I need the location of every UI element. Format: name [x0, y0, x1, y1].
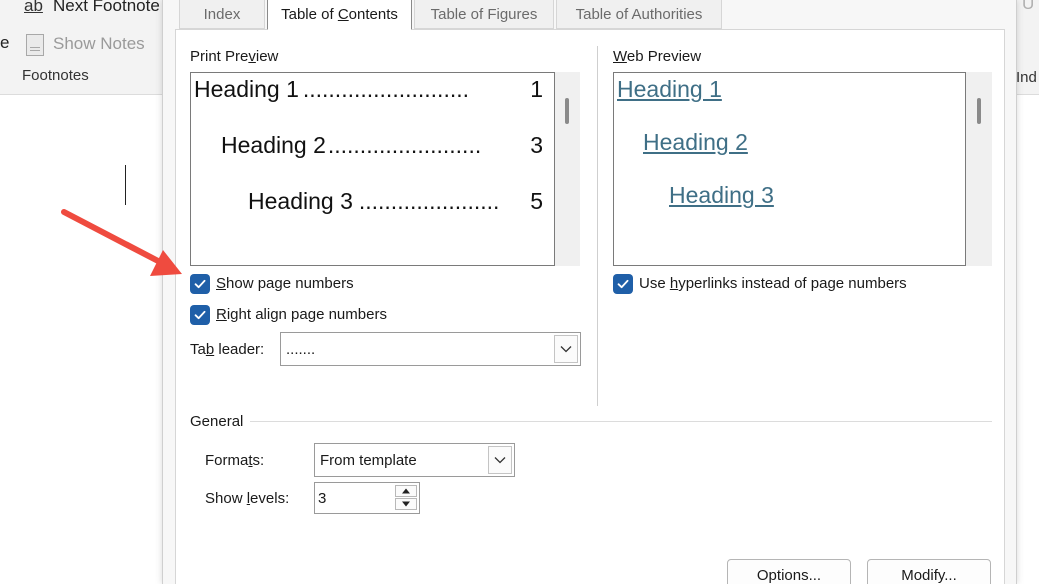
checkmark-icon [617, 279, 629, 289]
chevron-down-icon [560, 346, 572, 353]
tab-table-of-contents[interactable]: Table of Contents [267, 0, 412, 30]
use-hyperlinks-accel: h [669, 275, 679, 292]
tab-authorities-label: Table of Authorities [575, 5, 703, 23]
web-preview-label-accel: W [613, 48, 627, 65]
checkmark-icon [194, 310, 206, 320]
print-preview-box: Heading 1 .......................... 1 H… [190, 72, 555, 266]
table-of-contents-dialog: Index Table of Contents Table of Figures… [162, 0, 1017, 584]
formats-label: Formats: [205, 452, 264, 469]
show-levels-spinner[interactable]: 3 [314, 482, 420, 514]
use-hyperlinks-label-post: yperlinks instead of page numbers [678, 275, 907, 292]
print-preview-label-post: iew [255, 48, 279, 65]
show-levels-label-pre: Show [205, 490, 247, 507]
tab-toc-label: Table of Contents [281, 6, 398, 23]
tab-leader-label-accel: b [205, 341, 215, 358]
ribbon-cut-text-top: U [1022, 0, 1035, 13]
tab-leader-label-pre: Ta [190, 341, 206, 358]
web-preview-link-heading-2[interactable]: Heading 2 [643, 129, 748, 156]
print-preview-entry-3: Heading 3 ...................... 5 [248, 188, 543, 215]
right-align-page-numbers-checkbox[interactable] [190, 305, 210, 325]
formats-dropdown[interactable]: From template [314, 443, 515, 477]
web-preview-scroll-thumb[interactable] [977, 98, 981, 124]
tab-leader-value: ....... [286, 340, 316, 358]
tab-figures-label: Table of Figures [430, 5, 538, 23]
chevron-down-icon [494, 457, 506, 464]
tab-table-of-figures[interactable]: Table of Figures [414, 0, 554, 29]
tab-leader-label: Tab leader: [190, 341, 264, 358]
toc-heading-text: Heading 2 [221, 132, 326, 158]
web-preview-label: Web Preview [613, 48, 701, 65]
toc-leader-dots: ...................... [358, 188, 500, 214]
use-hyperlinks-label-pre: Use [639, 275, 670, 292]
toc-leader-dots: .......................... [302, 76, 470, 102]
toc-page-number: 1 [530, 76, 543, 102]
ribbon-cut-text-right: Ind [1016, 69, 1037, 86]
show-page-numbers-accel: S [216, 275, 227, 292]
use-hyperlinks-label[interactable]: Use hyperlinks instead of page numbers [639, 275, 907, 292]
web-preview-scrollbar[interactable] [966, 72, 992, 266]
options-button-label: Options... [756, 566, 822, 584]
tab-toc-label-accel: C [337, 6, 349, 23]
right-align-page-numbers-label[interactable]: Right align page numbers [216, 306, 387, 323]
web-preview-box: Heading 1 Heading 2 Heading 3 [613, 72, 966, 266]
formats-dropdown-button[interactable] [488, 446, 512, 474]
next-footnote-button[interactable]: Next Footnote [53, 0, 160, 16]
preview-divider [597, 46, 598, 406]
web-preview-label-rest: eb Preview [626, 48, 702, 65]
formats-label-pre: Forma [205, 452, 249, 469]
print-preview-label-pre: Print Pre [190, 48, 249, 65]
toc-leader-dots: ........................ [327, 132, 482, 158]
triangle-down-icon [402, 501, 410, 507]
web-preview-link-heading-3[interactable]: Heading 3 [669, 182, 774, 209]
toc-page-number: 5 [530, 188, 543, 214]
print-preview-scrollbar[interactable] [555, 72, 580, 266]
next-footnote-icon: ab [24, 0, 43, 15]
show-page-numbers-checkbox[interactable] [190, 274, 210, 294]
modify-button[interactable]: Modify... [867, 559, 991, 584]
web-preview-link-heading-1[interactable]: Heading 1 [617, 76, 722, 103]
print-preview-entry-2: Heading 2 ........................ 3 [221, 132, 543, 159]
tab-table-of-authorities[interactable]: Table of Authorities [556, 0, 722, 29]
show-notes-button[interactable]: Show Notes [53, 34, 145, 54]
general-divider [250, 421, 992, 422]
print-preview-label-accel: v [248, 48, 256, 65]
triangle-up-icon [402, 488, 410, 494]
ribbon-cut-text: e [0, 33, 10, 52]
options-button[interactable]: Options... [727, 559, 851, 584]
checkmark-icon [194, 279, 206, 289]
right-align-rest: ight align page numbers [226, 306, 387, 323]
print-preview-entry-1: Heading 1 .......................... 1 [194, 76, 543, 103]
show-levels-label-post: evels: [250, 490, 290, 507]
tab-index[interactable]: Index [179, 0, 265, 29]
show-levels-arrows [395, 485, 417, 511]
formats-label-post: s: [252, 452, 265, 469]
tab-toc-label-post: ontents [348, 6, 398, 23]
tab-toc-label-pre: Table of [281, 6, 338, 23]
show-levels-label: Show levels: [205, 490, 289, 507]
formats-value: From template [320, 451, 417, 469]
use-hyperlinks-checkbox[interactable] [613, 274, 633, 294]
tab-leader-dropdown[interactable]: ....... [280, 332, 581, 366]
print-preview-label: Print Preview [190, 48, 278, 65]
tab-leader-label-post: leader: [214, 341, 265, 358]
show-page-numbers-label[interactable]: Show page numbers [216, 275, 354, 292]
modify-button-label: Modify... [901, 566, 957, 584]
show-page-numbers-rest: how page numbers [226, 275, 354, 292]
dialog-tabs: Index Table of Contents Table of Figures… [163, 0, 1018, 30]
decrement-button[interactable] [395, 498, 417, 510]
print-preview-scroll-thumb[interactable] [565, 98, 569, 124]
increment-button[interactable] [395, 485, 417, 497]
toc-heading-text: Heading 1 [194, 76, 299, 102]
document-text-cursor [125, 165, 126, 205]
right-align-accel: R [216, 306, 227, 323]
footnotes-group-label: Footnotes [22, 67, 89, 84]
tab-index-label: Index [203, 5, 241, 23]
toc-tab-panel: Print Preview Heading 1 ................… [175, 29, 1005, 584]
toc-page-number: 3 [530, 132, 543, 158]
tab-leader-dropdown-button[interactable] [554, 335, 578, 363]
show-levels-value[interactable]: 3 [318, 483, 326, 513]
general-section-label: General [190, 413, 244, 430]
show-notes-icon [26, 34, 44, 56]
toc-heading-text: Heading 3 [248, 188, 353, 214]
